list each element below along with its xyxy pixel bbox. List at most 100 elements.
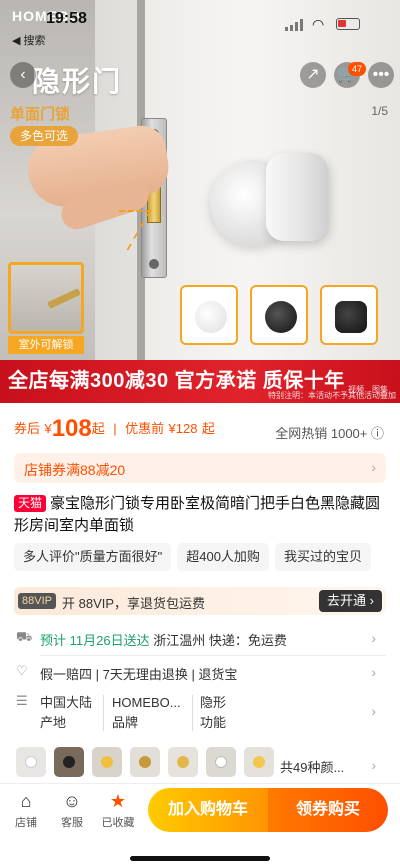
promo-banner: 全店每满300减30 官方承诺 质保十年 视频 图集 特别注明：本活动不予其他活…: [0, 360, 400, 403]
variant-thumb[interactable]: [16, 747, 46, 777]
variant-thumb[interactable]: [92, 747, 122, 777]
attribute-value: 中国大陆: [40, 695, 93, 710]
battery-icon: [336, 18, 360, 30]
variant-thumb[interactable]: [54, 747, 84, 777]
currency-symbol: ¥: [44, 421, 52, 436]
vip-text: 开 88VIP，享退货包运费: [62, 596, 206, 611]
chevron-right-icon: ›: [371, 664, 376, 680]
product-info-card: 券后 ¥108起 | 优惠前 ¥128 起 全网热销 1000+ ⓘ 店铺券满8…: [0, 403, 400, 783]
chevron-right-icon: ›: [371, 703, 376, 719]
attributes-icon: ☰: [16, 693, 28, 708]
attribute-item: HOMEBO... 品牌: [112, 693, 181, 733]
highlight-tags: 多人评价"质量方面很好" 超400人加购 我买过的宝贝: [14, 543, 400, 571]
vip-banner[interactable]: 88VIP 开 88VIP，享退货包运费 去开通 ›: [14, 587, 386, 615]
status-bar: HOMEBO 19:58 ◠: [0, 0, 400, 32]
tag-item[interactable]: 多人评价"质量方面很好": [14, 543, 172, 571]
home-indicator: [130, 856, 270, 861]
tmall-badge: 天猫: [14, 495, 47, 512]
attribute-name: 功能: [200, 715, 227, 730]
more-dots-icon: •••: [372, 66, 390, 83]
signal-icon: [285, 19, 303, 31]
cart-count-badge: 47: [348, 62, 367, 76]
clock: 19:58: [46, 10, 87, 27]
more-button[interactable]: •••: [368, 62, 394, 88]
promo-text: 全店每满300减30 官方承诺 质保十年: [8, 370, 345, 392]
buy-with-coupon-button[interactable]: 领券购买: [268, 788, 388, 832]
chevron-right-icon: ›: [371, 757, 376, 773]
more-variants-link[interactable]: 共49种颜...: [280, 757, 344, 776]
product-title: 天猫 豪宝隐形门锁专用卧室极简暗门把手白色黑隐藏圆形房间室内单面锁: [14, 493, 386, 537]
store-label: 店铺: [15, 817, 37, 829]
shipping-prefix: 预计: [40, 633, 67, 648]
screw-icon: [149, 259, 159, 269]
favorite-button[interactable]: ★ 已收藏: [100, 790, 136, 830]
white-knob-icon: [195, 301, 227, 333]
variant-thumb[interactable]: [130, 747, 160, 777]
shipping-detail: 浙江温州 快递：免运费: [153, 633, 287, 648]
customer-service-label: 客服: [61, 817, 83, 829]
variant-thumb[interactable]: [244, 747, 274, 777]
share-icon: ↗: [306, 66, 320, 83]
services-text: 假一赔四 | 7天无理由退换 | 退货宝: [40, 667, 238, 682]
price-row: 券后 ¥108起 | 优惠前 ¥128 起: [14, 415, 215, 443]
product-title-text: 豪宝隐形门锁专用卧室极简暗门把手白色黑隐藏圆形房间室内单面锁: [14, 495, 381, 534]
vip-activate-button[interactable]: 去开通 ›: [319, 590, 382, 612]
bottom-action-bar: ⌂ 店铺 ☺ 客服 ★ 已收藏 加入购物车 领券购买: [0, 783, 400, 867]
wifi-icon: ◠: [312, 16, 325, 32]
variant-black-square: [320, 285, 378, 345]
price-amount: 108: [51, 415, 92, 442]
divider: [192, 695, 193, 731]
variant-black: [250, 285, 308, 345]
original-price-amount: ¥128: [168, 421, 198, 436]
chevron-right-icon: ›: [371, 630, 376, 646]
original-price-label: 优惠前: [125, 421, 165, 436]
attribute-name: 产地: [40, 715, 67, 730]
price-qi: 起: [91, 421, 105, 436]
key-icon: [47, 288, 81, 309]
customer-service-button[interactable]: ☺ 客服: [54, 790, 90, 830]
favorite-label: 已收藏: [101, 817, 135, 829]
inset-detail-image: [8, 262, 84, 334]
promo-note: 特别注明：本活动不予其他活动叠加: [268, 391, 396, 400]
product-image-gallery[interactable]: 室外可解锁 隐形门 单面门锁 多色可选 1/5 全店每满300减30 官方承诺 …: [0, 0, 400, 403]
tag-item[interactable]: 我买过的宝贝: [274, 543, 371, 571]
attribute-item: 中国大陆 产地: [40, 693, 92, 733]
black-knob-icon: [265, 301, 297, 333]
hero-title: 隐形门: [32, 66, 123, 97]
shipping-row[interactable]: ⛟ 预计 11月26日送达 浙江温州 快递：免运费 ›: [14, 627, 386, 651]
truck-icon: ⛟: [16, 629, 33, 644]
attribute-name: 品牌: [112, 715, 139, 730]
divider: [40, 655, 386, 656]
share-button[interactable]: ↗: [300, 62, 326, 88]
shipping-date: 11月26日送达: [69, 633, 150, 648]
vip-badge: 88VIP: [18, 593, 56, 609]
services-row[interactable]: ♡ 假一赔四 | 7天无理由退换 | 退货宝 ›: [14, 661, 386, 685]
inset-label: 室外可解锁: [8, 336, 84, 354]
chat-smile-icon: ☺: [62, 791, 82, 811]
hero-pill: 多色可选: [10, 126, 79, 146]
store-icon: ⌂: [20, 791, 32, 811]
door-knob-handle: [266, 153, 328, 241]
chevron-right-icon: ›: [371, 459, 376, 475]
divider: [103, 695, 104, 731]
shield-heart-icon: ♡: [16, 663, 28, 678]
back-to-search-link[interactable]: ◀ 搜索: [12, 32, 46, 48]
hero-subtitle: 单面门锁: [10, 106, 71, 123]
attribute-value: 隐形: [200, 695, 227, 710]
variant-thumb[interactable]: [206, 747, 236, 777]
coupon-row[interactable]: 店铺券满88减20 ›: [14, 453, 386, 483]
attribute-value: HOMEBO...: [112, 695, 181, 710]
variant-white: [180, 285, 238, 345]
variant-thumb[interactable]: [168, 747, 198, 777]
sales-count[interactable]: 全网热销 1000+ ⓘ: [275, 423, 384, 442]
store-button[interactable]: ⌂ 店铺: [8, 790, 44, 830]
tag-item[interactable]: 超400人加购: [177, 543, 269, 571]
coupon-text: 店铺券满88减20: [24, 462, 126, 478]
black-square-knob-icon: [335, 301, 367, 333]
add-to-cart-button[interactable]: 加入购物车: [148, 788, 268, 832]
price-label: 券后: [14, 421, 41, 436]
attribute-item: 隐形 功能: [200, 693, 226, 733]
star-icon: ★: [109, 791, 127, 811]
back-button[interactable]: ‹: [10, 62, 36, 88]
original-price-qi: 起: [201, 421, 215, 436]
